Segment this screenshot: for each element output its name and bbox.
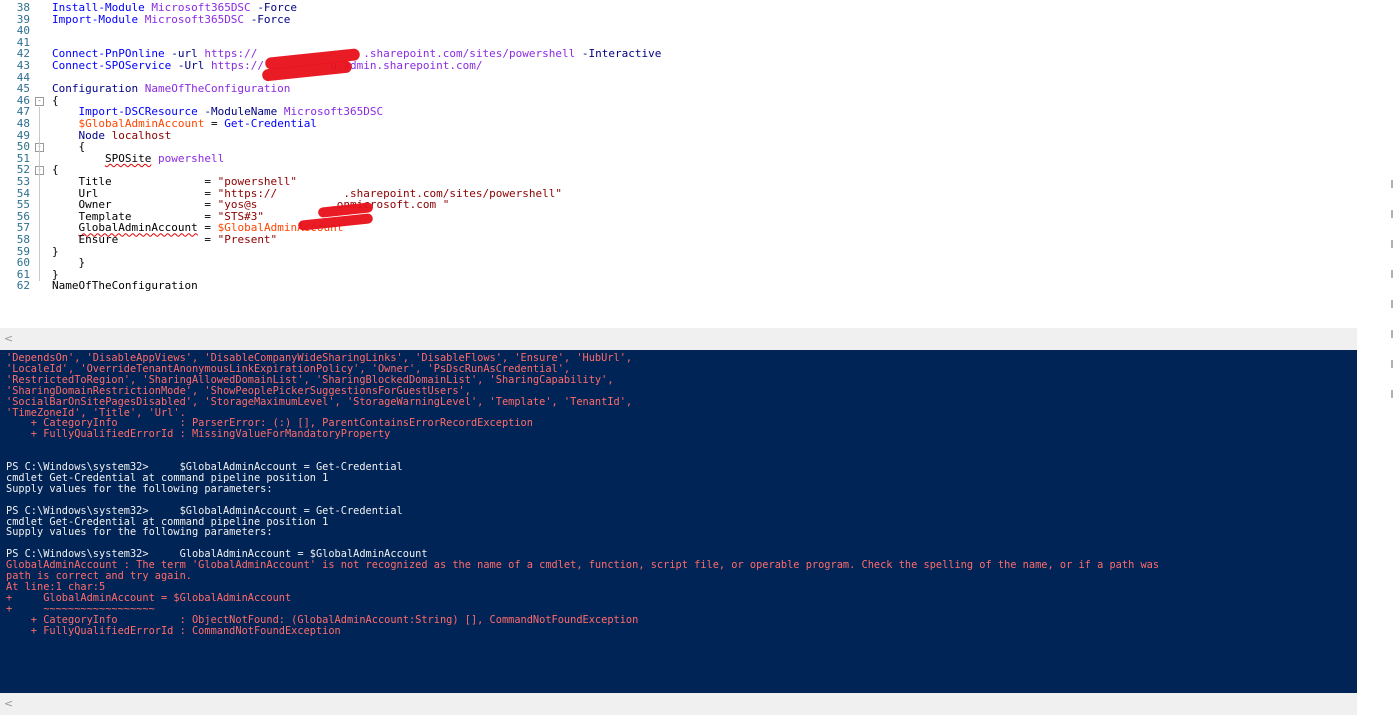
console-line: PS C:\Windows\system32> $GlobalAdminAcco…	[6, 504, 403, 517]
code-line[interactable]: 43 Connect-SPOService -Url https:// u-adm…	[0, 60, 1357, 72]
code-token: u-admin.sharepoint.com/	[330, 59, 483, 72]
console-line: + CategoryInfo : ObjectNotFound: (Global…	[6, 613, 639, 626]
code-token: Connect-SPOService	[52, 59, 178, 72]
console-line: Supply values for the following paramete…	[6, 482, 273, 495]
fold-toggle-icon[interactable]: -	[35, 96, 44, 106]
code-token: NameOfTheConfiguration	[144, 82, 291, 96]
code-line[interactable]: 51 SPOSite powershell	[0, 151, 1357, 165]
code-line[interactable]: 48 $GlobalAdminAccount = Get-Credential	[0, 118, 1357, 130]
code-line[interactable]: 39 Import-Module Microsoft365DSC -Force	[0, 12, 1357, 26]
code-line[interactable]: 49 Node localhost	[0, 128, 1357, 142]
gutter-tick	[1391, 360, 1393, 368]
scroll-left-arrow-icon[interactable]: <	[4, 332, 13, 345]
code-token: =	[204, 117, 225, 130]
console-pane[interactable]: 'DependsOn', 'DisableAppViews', 'Disable…	[0, 350, 1357, 693]
code-line[interactable]: 60 }	[0, 257, 1357, 269]
editor-horizontal-scrollbar[interactable]: <	[0, 328, 1357, 350]
code-line[interactable]: 58 Ensure = "Present"	[0, 234, 1357, 246]
right-side-panel	[1357, 0, 1395, 715]
gutter-tick	[1391, 180, 1393, 188]
code-token: https://	[210, 59, 264, 72]
code-text: Import-Module Microsoft365DSC -Force	[52, 12, 291, 26]
code-token: Ensure =	[52, 233, 218, 246]
code-line[interactable]: 40	[0, 25, 1357, 37]
gutter-tick	[1391, 330, 1393, 338]
console-line: 'SocialBarOnSitePagesDisabled', 'Storage…	[6, 395, 633, 408]
line-number: 62	[16, 279, 30, 293]
console-line: + FullyQualifiedErrorId : CommandNotFoun…	[6, 624, 341, 637]
code-token: localhost	[111, 128, 172, 142]
code-line[interactable]: 45 Configuration NameOfTheConfiguration	[0, 83, 1357, 95]
code-text: SPOSite powershell	[52, 151, 225, 165]
code-text: NameOfTheConfiguration	[52, 280, 198, 292]
gutter-tick	[1391, 240, 1393, 248]
console-horizontal-scrollbar[interactable]: <	[0, 693, 1357, 715]
gutter-tick	[1391, 300, 1393, 308]
code-token: "Present"	[217, 233, 278, 246]
code-text: Configuration NameOfTheConfiguration	[52, 83, 290, 95]
code-token: powershell	[157, 151, 225, 165]
console-line: Supply values for the following paramete…	[6, 526, 273, 539]
code-token: Configuration	[52, 82, 145, 96]
console-line: + FullyQualifiedErrorId : MissingValueFo…	[6, 428, 391, 441]
code-line[interactable]: 61}	[0, 268, 1357, 281]
gutter-tick	[1391, 270, 1393, 278]
code-line[interactable]: 62 NameOfTheConfiguration	[0, 280, 1357, 292]
code-token: -Url	[177, 59, 211, 72]
code-token: Import-Module	[52, 12, 145, 26]
code-token: SPOSite	[104, 151, 152, 165]
code-token: Microsoft365DSC	[144, 12, 251, 26]
scroll-left-arrow-icon[interactable]: <	[4, 697, 13, 710]
code-token: Get-Credential	[224, 117, 317, 130]
fold-guide-line	[39, 176, 40, 258]
code-token: NameOfTheConfiguration	[52, 279, 198, 293]
gutter-tick	[1391, 210, 1393, 218]
code-text: Ensure = "Present"	[52, 234, 277, 246]
code-token: -Interactive	[581, 47, 662, 61]
code-line[interactable]: 59}	[0, 245, 1357, 258]
gutter-tick	[1391, 390, 1393, 398]
script-editor-pane[interactable]: 38 Install-Module Microsoft365DSC -Force 3…	[0, 0, 1357, 328]
code-token: -Force	[250, 12, 291, 26]
